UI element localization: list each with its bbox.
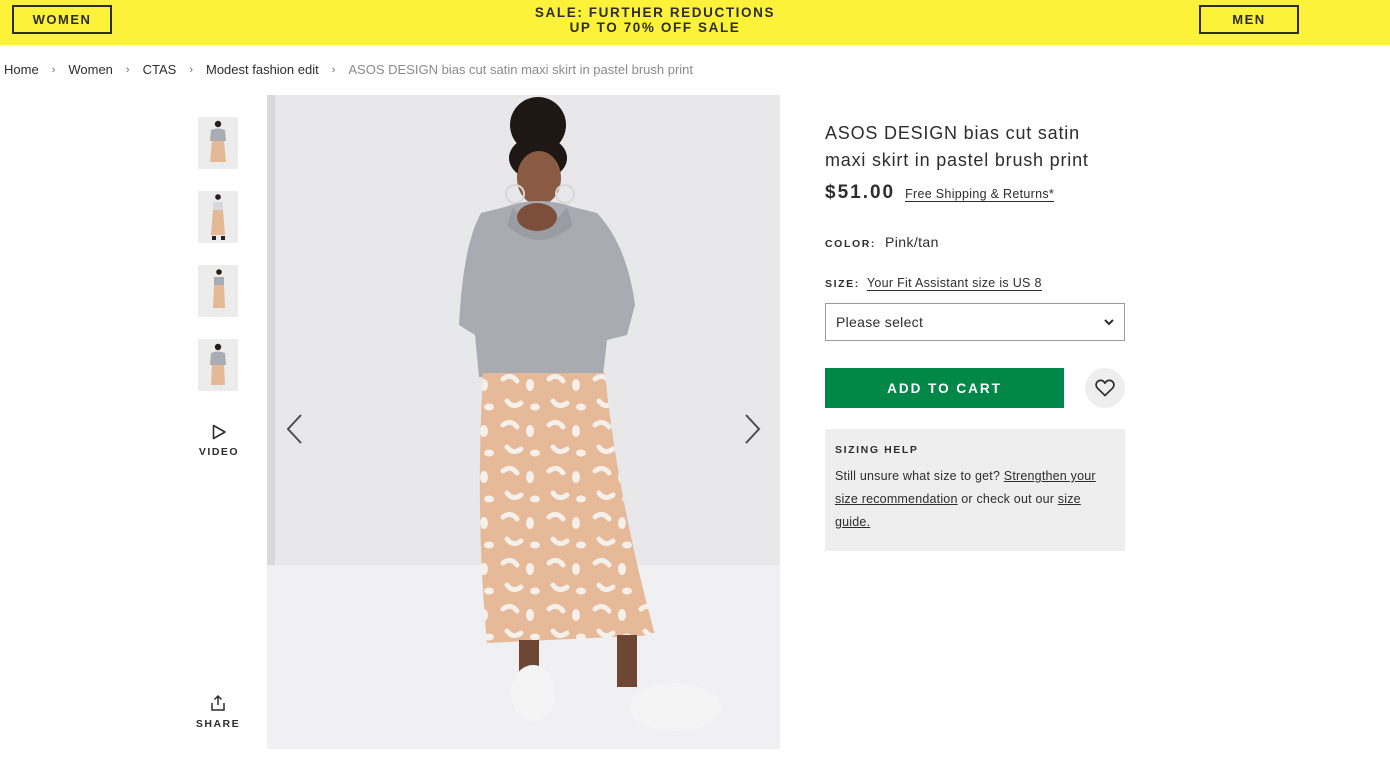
model-photo (267, 95, 780, 749)
sizing-help-title: SIZING HELP (835, 444, 919, 456)
fit-assistant-link[interactable]: Your Fit Assistant size is US 8 (866, 276, 1042, 291)
sizing-help-box: SIZING HELP Still unsure what size to ge… (825, 429, 1125, 551)
shop-women-button[interactable]: WOMEN (12, 5, 112, 34)
thumbnail-image (198, 265, 238, 317)
share-icon (211, 694, 225, 711)
promo-banner: WOMEN SALE: FURTHER REDUCTIONS UP TO 70%… (0, 0, 1390, 45)
color-label: COLOR: (825, 238, 877, 250)
thumbnail-image (198, 339, 238, 391)
breadcrumb-separator: › (125, 63, 130, 76)
breadcrumb-modest-fashion-edit[interactable]: Modest fashion edit (206, 62, 319, 77)
shop-men-button[interactable]: MEN (1199, 5, 1299, 34)
share-button[interactable]: SHARE (190, 694, 246, 730)
sizing-help-intro: Still unsure what size to get? (835, 469, 1004, 483)
breadcrumb-women[interactable]: Women (68, 62, 113, 77)
product-thumbnail-4[interactable] (198, 339, 238, 391)
size-row: SIZE: Your Fit Assistant size is US 8 (825, 276, 1125, 291)
breadcrumb: Home › Women › CTAS › Modest fashion edi… (4, 62, 693, 77)
share-label: SHARE (195, 718, 241, 730)
size-label: SIZE: (825, 278, 860, 290)
breadcrumb-current-product: ASOS DESIGN bias cut satin maxi skirt in… (348, 62, 694, 77)
chevron-left-icon (286, 414, 302, 444)
main-product-image[interactable] (267, 95, 780, 749)
add-to-cart-button[interactable]: ADD TO CART (825, 368, 1064, 408)
thumbnail-image (198, 117, 238, 169)
sale-line-2: UP TO 70% OFF SALE (569, 20, 741, 35)
product-thumbnail-3[interactable] (198, 265, 238, 317)
sizing-help-text: Still unsure what size to get? Strengthe… (835, 465, 1115, 534)
product-details: ASOS DESIGN bias cut satin maxi skirt in… (825, 120, 1125, 551)
sale-line-1: SALE: FURTHER REDUCTIONS (534, 5, 776, 20)
product-price: $51.00 (825, 182, 896, 203)
chevron-right-icon (745, 414, 761, 444)
price-row: $51.00 Free Shipping & Returns* (825, 182, 1125, 204)
breadcrumb-separator: › (189, 63, 193, 76)
product-title: ASOS DESIGN bias cut satin maxi skirt in… (825, 120, 1125, 174)
sizing-help-middle: or check out our (957, 492, 1058, 506)
product-thumbnail-1[interactable] (198, 117, 238, 169)
breadcrumb-separator: › (51, 63, 56, 76)
breadcrumb-home[interactable]: Home (4, 62, 39, 77)
video-button[interactable]: VIDEO (190, 424, 248, 458)
chevron-down-icon (1104, 318, 1114, 325)
sale-announcement[interactable]: SALE: FURTHER REDUCTIONS UP TO 70% OFF S… (455, 5, 855, 35)
product-thumbnail-2[interactable] (198, 191, 238, 243)
color-value: Pink/tan (885, 234, 939, 250)
play-icon (212, 424, 226, 440)
save-for-later-button[interactable] (1085, 368, 1125, 408)
thumbnail-image (198, 191, 238, 243)
free-shipping-link[interactable]: Free Shipping & Returns* (905, 187, 1055, 202)
previous-image-button[interactable] (279, 407, 309, 451)
color-row: COLOR: Pink/tan (825, 234, 1125, 250)
breadcrumb-separator: › (331, 63, 336, 76)
size-select-value: Please select (836, 314, 924, 330)
next-image-button[interactable] (738, 407, 768, 451)
product-title-line-1: ASOS DESIGN bias cut satin (825, 123, 1080, 143)
breadcrumb-ctas[interactable]: CTAS (143, 62, 177, 77)
video-label: VIDEO (198, 446, 240, 458)
size-select[interactable]: Please select (825, 303, 1125, 341)
heart-icon (1095, 379, 1115, 397)
product-title-line-2: maxi skirt in pastel brush print (825, 150, 1089, 170)
cta-row: ADD TO CART (825, 368, 1125, 408)
